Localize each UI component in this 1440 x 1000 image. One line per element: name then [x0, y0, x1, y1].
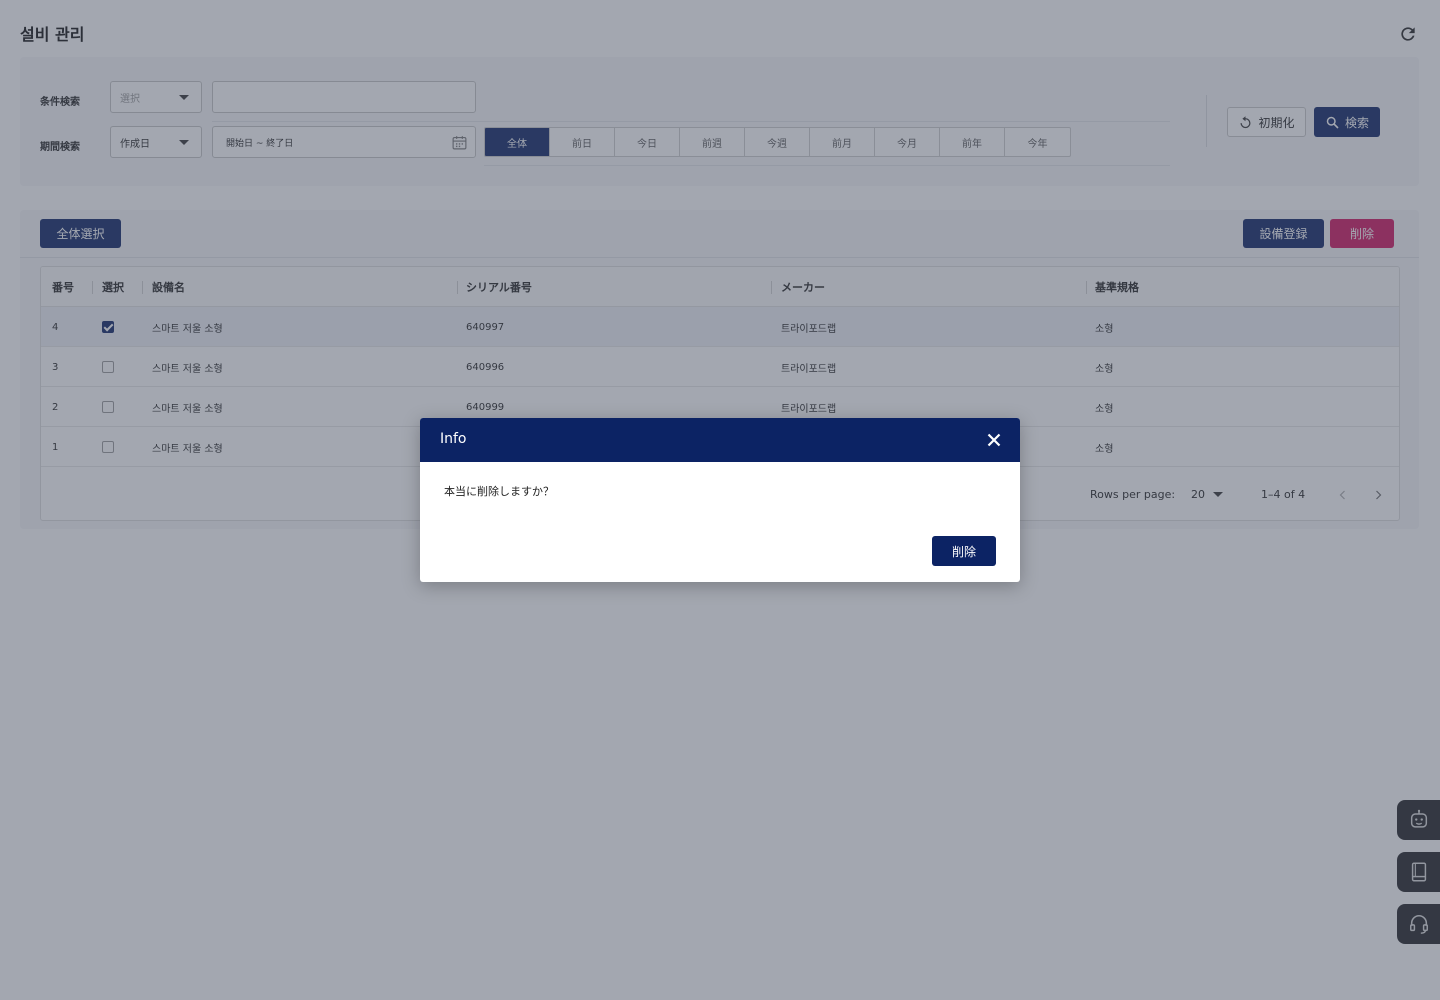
confirm-delete-button[interactable]: 削除 — [932, 536, 996, 566]
confirm-delete-dialog: Info 本当に削除しますか？ 削除 — [420, 418, 1020, 582]
dialog-header: Info — [420, 418, 1020, 462]
dialog-title: Info — [440, 431, 467, 447]
dialog-message: 本当に削除しますか？ — [444, 485, 554, 498]
close-icon[interactable] — [983, 429, 1005, 451]
